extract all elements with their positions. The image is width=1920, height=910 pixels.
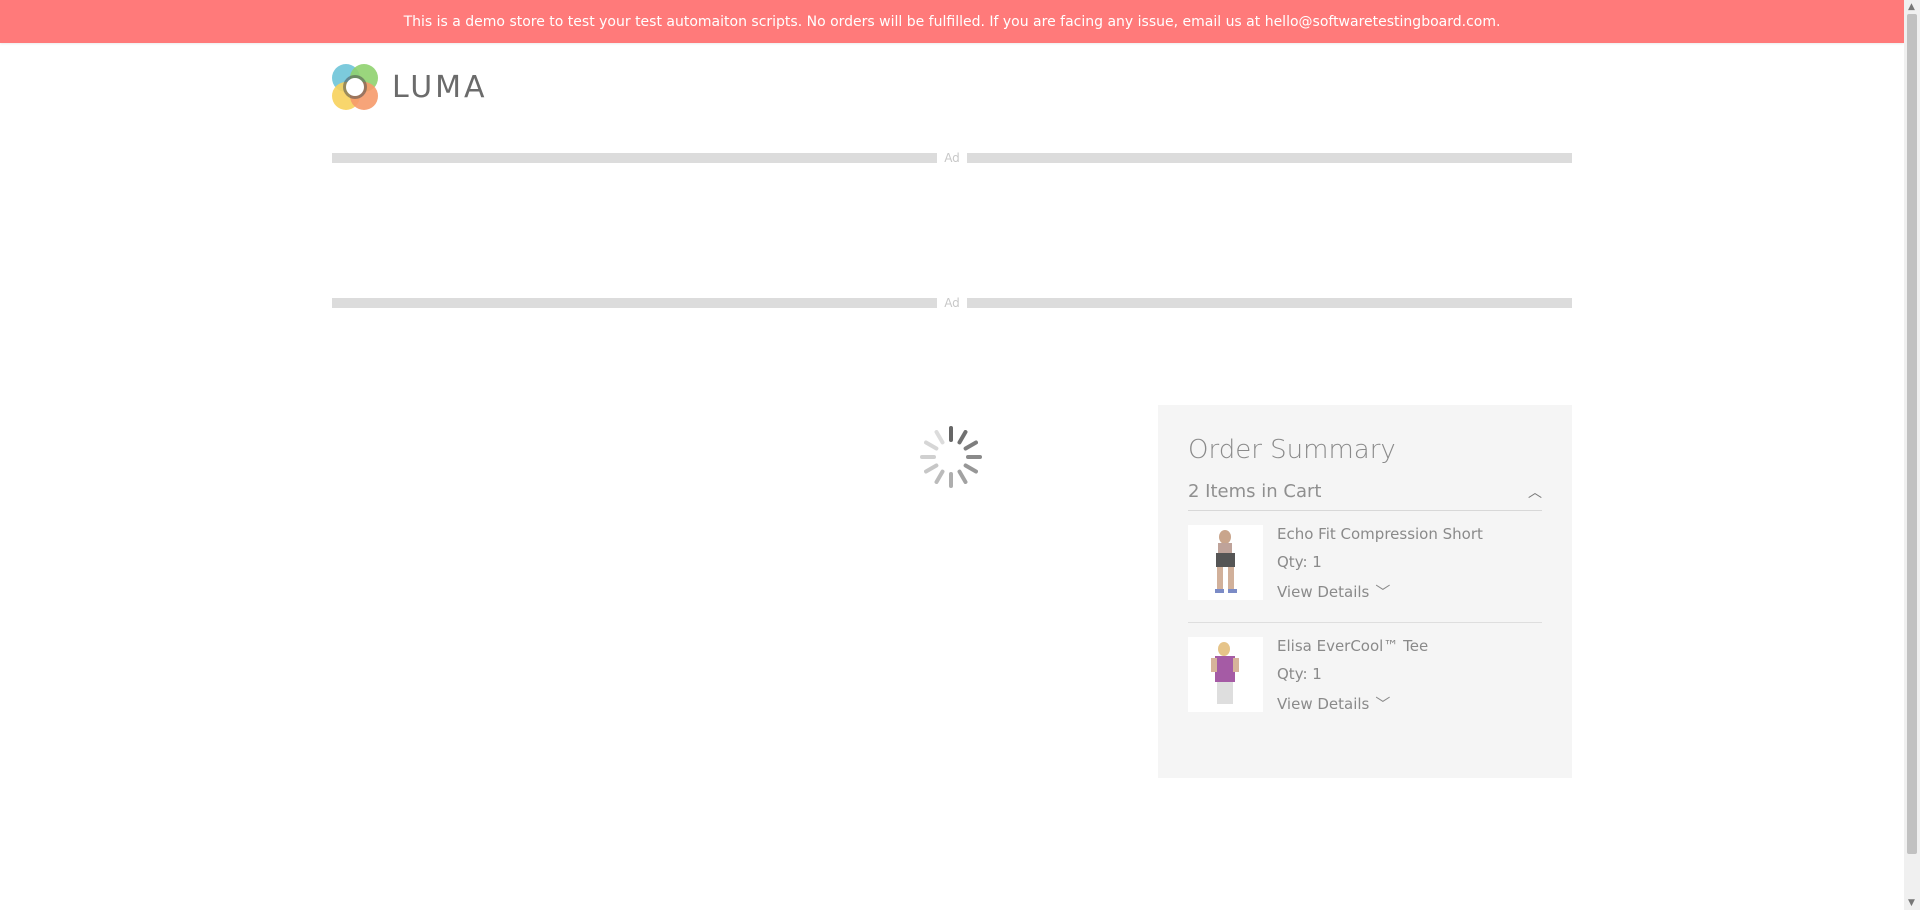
- scroll-up-arrow-icon[interactable]: ▲: [1908, 2, 1915, 12]
- order-summary-panel: Order Summary 2 Items in Cart ︿ Echo Fit…: [1158, 405, 1572, 778]
- view-details-label: View Details: [1277, 694, 1370, 713]
- luma-logo[interactable]: LUMA: [332, 64, 488, 110]
- item-name: Elisa EverCool™ Tee: [1277, 637, 1429, 655]
- view-details-label: View Details: [1277, 582, 1370, 601]
- ad-divider-bottom: Ad: [332, 296, 1572, 310]
- view-details-toggle[interactable]: View Details ﹀: [1277, 581, 1483, 602]
- demo-store-notice: This is a demo store to test your test a…: [0, 0, 1904, 43]
- luma-logo-icon: [332, 64, 378, 110]
- item-qty: Qty: 1: [1277, 665, 1322, 683]
- scrollbar-thumb[interactable]: [1907, 14, 1917, 854]
- cart-item: Echo Fit Compression Short Qty: 1 View D…: [1188, 511, 1542, 623]
- vertical-scrollbar[interactable]: ▲ ▼: [1904, 0, 1920, 910]
- ad-divider-top: Ad: [332, 151, 1572, 165]
- order-summary-title: Order Summary: [1188, 435, 1396, 465]
- items-in-cart-toggle[interactable]: 2 Items in Cart ︿: [1188, 481, 1542, 511]
- items-in-cart-label: 2 Items in Cart: [1188, 481, 1322, 502]
- chevron-up-icon: ︿: [1528, 484, 1542, 501]
- item-qty: Qty: 1: [1277, 553, 1322, 571]
- loading-spinner-icon: [920, 426, 982, 488]
- shorts-product-thumbnail-icon: [1188, 525, 1263, 600]
- view-details-toggle[interactable]: View Details ﹀: [1277, 693, 1428, 714]
- item-name: Echo Fit Compression Short: [1277, 525, 1483, 543]
- scroll-down-arrow-icon[interactable]: ▼: [1908, 898, 1915, 908]
- ad-label-top: Ad: [944, 151, 960, 165]
- ad-label-bottom: Ad: [944, 296, 960, 310]
- chevron-down-icon: ﹀: [1375, 583, 1391, 601]
- tee-product-thumbnail-icon: [1188, 637, 1263, 712]
- chevron-down-icon: ﹀: [1375, 695, 1391, 713]
- demo-notice-text: This is a demo store to test your test a…: [403, 13, 1501, 30]
- cart-item: Elisa EverCool™ Tee Qty: 1 View Details …: [1188, 623, 1542, 734]
- logo-text: LUMA: [392, 69, 488, 105]
